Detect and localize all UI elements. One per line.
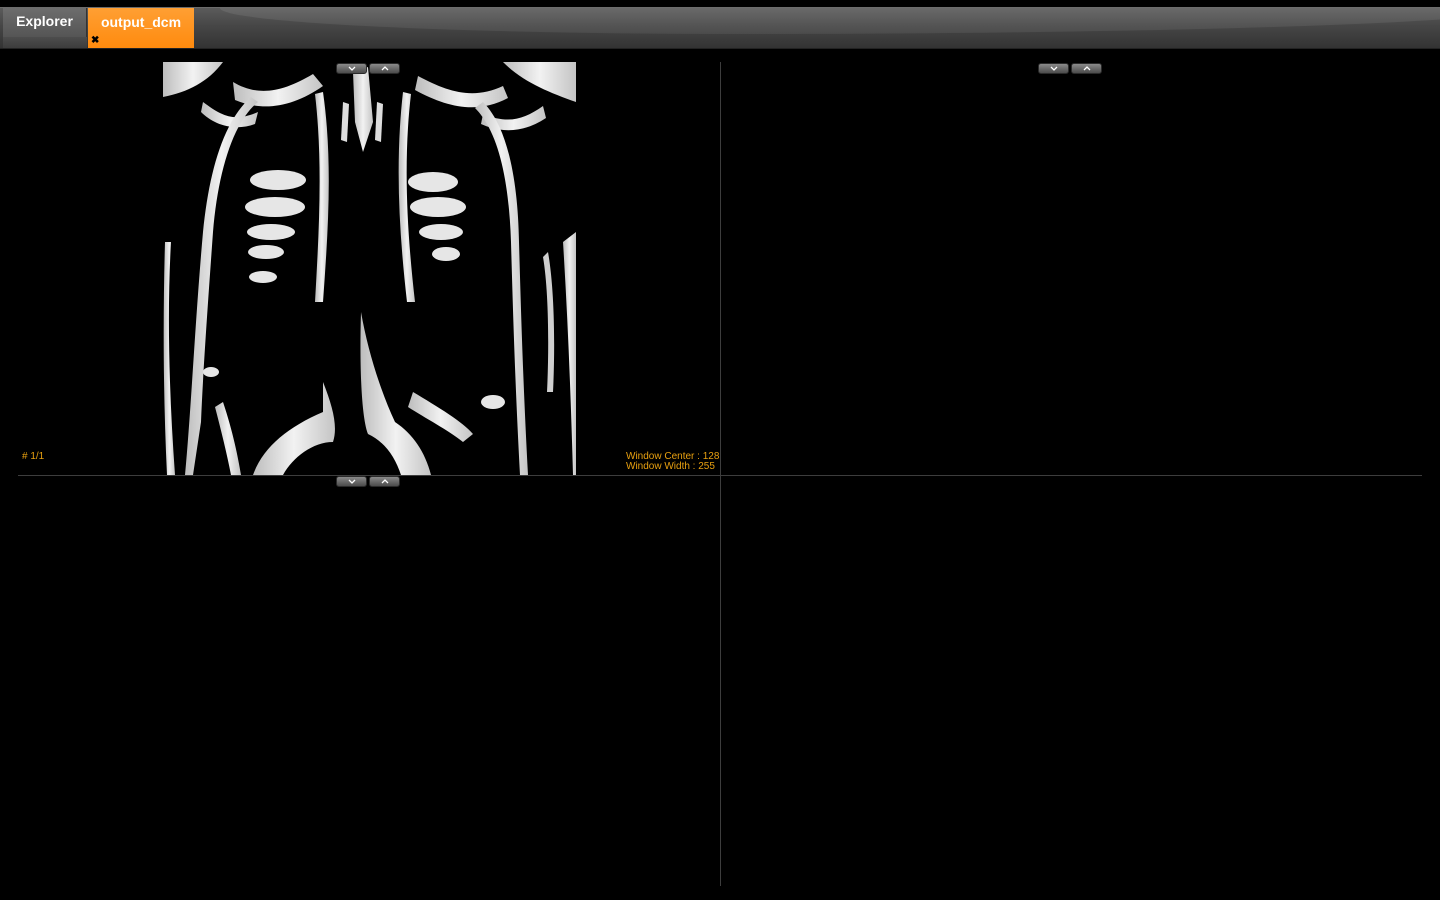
next-slice-button[interactable] xyxy=(369,63,400,74)
dicom-viewer-app: Explorer output_dcm ✖ # 1/1 Window Cente… xyxy=(0,0,1440,900)
next-slice-button-bottom-left[interactable] xyxy=(369,476,400,487)
tab-explorer[interactable]: Explorer xyxy=(3,8,87,37)
chevron-down-icon xyxy=(348,66,356,71)
tab-explorer-base xyxy=(3,37,87,48)
prev-slice-button-top-right[interactable] xyxy=(1038,63,1069,74)
viewport-divider-vertical xyxy=(720,62,721,886)
viewport-divider-horizontal xyxy=(18,475,1422,476)
tab-bar-decoration xyxy=(220,8,1440,34)
chevron-up-icon xyxy=(381,479,389,484)
tab-bar: Explorer output_dcm ✖ xyxy=(0,7,1440,49)
tab-output-dcm-label: output_dcm xyxy=(100,14,182,30)
prev-slice-button[interactable] xyxy=(336,63,367,74)
chevron-down-icon xyxy=(348,479,356,484)
close-icon[interactable]: ✖ xyxy=(91,36,101,46)
dicom-image[interactable] xyxy=(163,62,576,475)
tab-explorer-label: Explorer xyxy=(16,13,73,29)
chevron-up-icon xyxy=(381,66,389,71)
next-slice-button-top-right[interactable] xyxy=(1071,63,1102,74)
chevron-up-icon xyxy=(1083,66,1091,71)
frame-counter: # 1/1 xyxy=(22,451,45,462)
window-width: Window Width : 255 xyxy=(626,461,715,472)
chevron-down-icon xyxy=(1050,66,1058,71)
tab-output-dcm[interactable]: output_dcm ✖ xyxy=(88,8,194,48)
prev-slice-button-bottom-left[interactable] xyxy=(336,476,367,487)
